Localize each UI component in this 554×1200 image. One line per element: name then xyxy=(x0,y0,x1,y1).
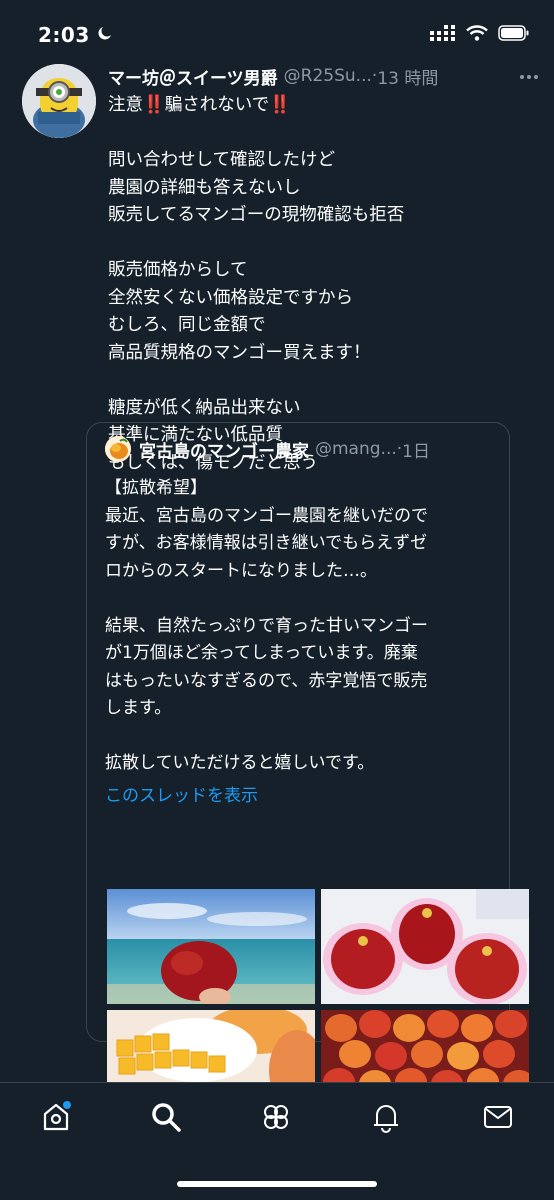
tab-communities[interactable] xyxy=(256,1099,296,1139)
quote-author-handle[interactable]: @mang... xyxy=(315,439,397,459)
author-avatar[interactable] xyxy=(22,64,96,138)
tab-home[interactable] xyxy=(36,1099,76,1139)
tab-messages[interactable] xyxy=(478,1099,518,1139)
quote-time[interactable]: 1日 xyxy=(402,437,430,462)
messages-icon xyxy=(481,1100,515,1138)
home-indicator[interactable] xyxy=(177,1181,377,1187)
home-icon xyxy=(39,1100,73,1138)
tweet-time[interactable]: 13 時間 xyxy=(377,64,438,89)
media-image-beach-mango[interactable] xyxy=(107,889,315,1004)
more-options-icon[interactable] xyxy=(518,66,540,92)
author-handle[interactable]: @R25Su... xyxy=(284,66,372,86)
communities-icon xyxy=(259,1100,293,1138)
quote-header: 宮古島のマンゴー農家 @mang... · 1日 xyxy=(87,423,509,462)
show-thread-link[interactable]: このスレッドを表示 xyxy=(105,781,258,806)
tab-search[interactable] xyxy=(146,1099,186,1139)
wifi-icon xyxy=(466,25,488,45)
status-bar: 2:03 xyxy=(0,0,554,70)
moon-icon xyxy=(96,24,114,46)
tweet-header: マー坊＠スイーツ男爵 @R25Su... · 13 時間 xyxy=(108,64,536,89)
media-image-boxed-mangoes[interactable] xyxy=(321,889,529,1004)
quote-text: 【拡散希望】 最近、宮古島のマンゴー農園を継いだので すが、お客様情報は引き継い… xyxy=(105,478,428,773)
search-icon xyxy=(149,1100,183,1138)
battery-icon xyxy=(498,25,530,45)
tab-notifications[interactable] xyxy=(366,1099,406,1139)
quote-author-avatar[interactable] xyxy=(105,436,131,462)
media-grid xyxy=(107,889,531,1125)
quote-author-name[interactable]: 宮古島のマンゴー農家 xyxy=(139,437,309,462)
notifications-icon xyxy=(369,1100,403,1138)
author-name[interactable]: マー坊＠スイーツ男爵 xyxy=(108,64,278,89)
tweet-text: 注意‼️騙されないで‼️ 問い合わせして確認したけど 農園の詳細も答えないし 販… xyxy=(108,95,405,473)
status-time: 2:03 xyxy=(38,23,90,47)
cellular-signal-icon xyxy=(430,25,456,45)
